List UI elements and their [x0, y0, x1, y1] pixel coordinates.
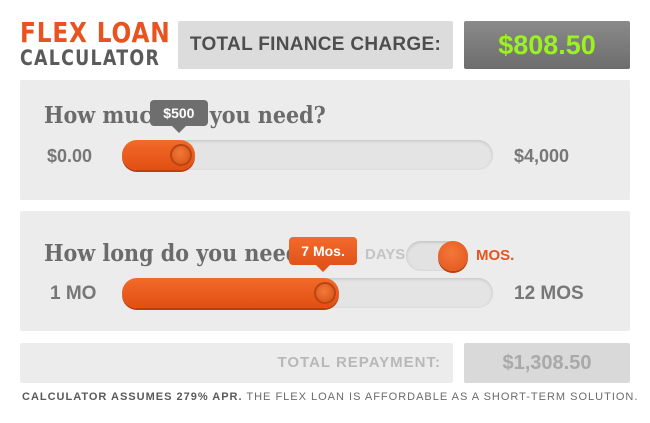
duration-question: How long do you need [44, 240, 301, 267]
duration-tooltip: 7 Mos. [289, 237, 358, 265]
total-repayment-label: TOTAL REPAYMENT: [277, 354, 441, 371]
amount-tooltip-arrow [171, 126, 186, 133]
duration-min-label: 1 MO [50, 283, 97, 304]
duration-panel: How long do you need DAYS MOS. 1 MO 12 M… [20, 211, 630, 331]
apr-footnote-bold: CALCULATOR ASSUMES 279% APR. [22, 391, 243, 403]
logo-subtitle: CALCULATOR [20, 46, 161, 70]
total-repayment-value: $1,308.50 [502, 351, 592, 374]
total-repayment-value-box: $1,308.50 [464, 343, 630, 383]
finance-charge-value-box: $808.50 [464, 21, 630, 69]
amount-panel: How much do you need? $0.00 $4,000 $500 [20, 80, 630, 200]
amount-min-label: $0.00 [47, 146, 93, 166]
toggle-knob[interactable] [438, 241, 468, 271]
amount-slider-track[interactable] [122, 140, 493, 170]
logo-title: FLEX LOAN [20, 16, 171, 49]
duration-tooltip-arrow [316, 265, 331, 272]
toggle-days-label[interactable]: DAYS [365, 246, 405, 263]
finance-charge-label-box: TOTAL FINANCE CHARGE: [178, 21, 453, 69]
duration-slider-handle[interactable] [314, 282, 337, 304]
duration-max-label: 12 MOS [514, 283, 584, 304]
toggle-months-label[interactable]: MOS. [476, 247, 514, 264]
amount-max-label: $4,000 [514, 146, 570, 166]
amount-tooltip: $500 [149, 100, 208, 126]
duration-slider-fill [122, 278, 340, 308]
apr-footnote-text: THE FLEX LOAN IS AFFORDABLE AS A SHORT-T… [242, 391, 639, 403]
amount-slider-handle[interactable] [169, 144, 192, 166]
apr-footnote: CALCULATOR ASSUMES 279% APR. THE FLEX LO… [22, 391, 638, 403]
total-repayment-label-box: TOTAL REPAYMENT: [20, 343, 453, 383]
finance-charge-value: $808.50 [498, 29, 596, 60]
duration-slider-track[interactable] [122, 278, 493, 308]
days-months-toggle[interactable] [406, 241, 468, 271]
finance-charge-label: TOTAL FINANCE CHARGE: [189, 34, 442, 55]
